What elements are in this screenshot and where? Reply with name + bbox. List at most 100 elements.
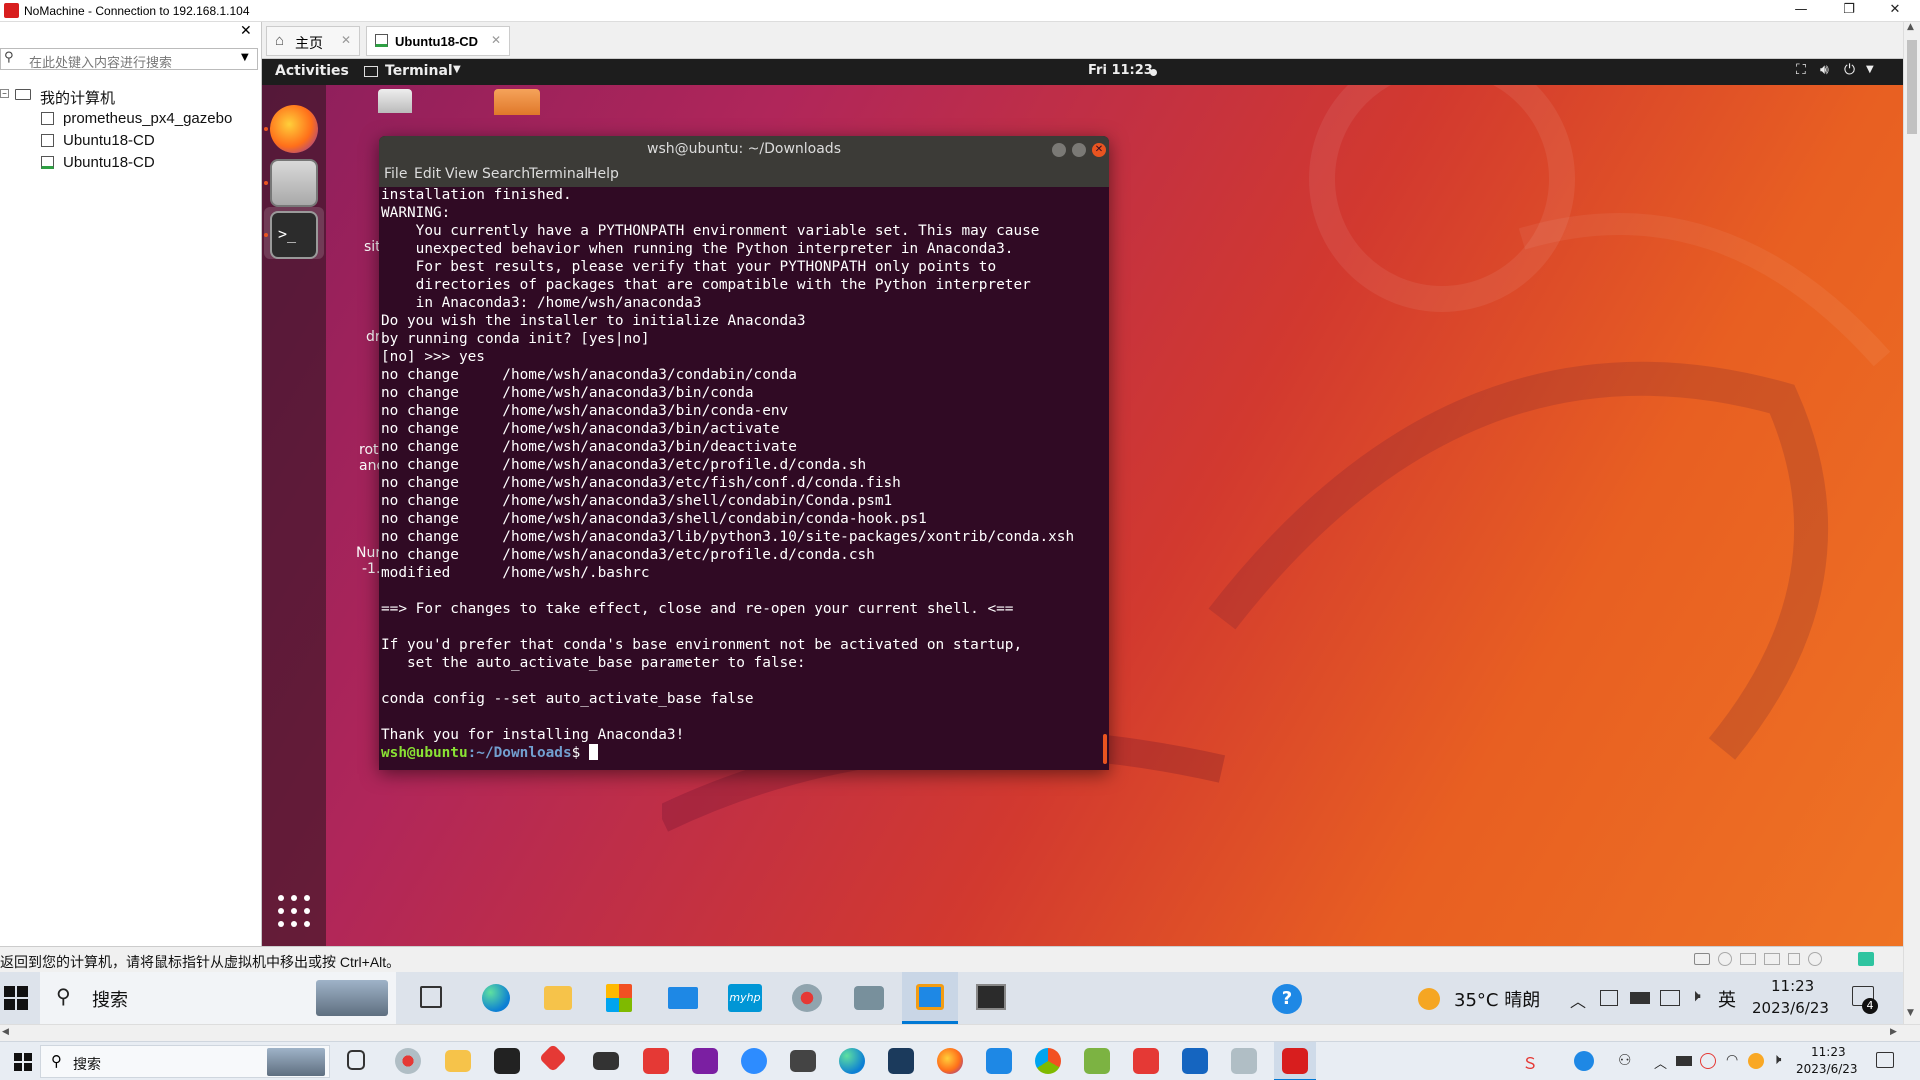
vertical-scrollbar[interactable]: ▲ ▼ xyxy=(1903,22,1920,1024)
horizontal-scrollbar[interactable]: ◀ ▶ xyxy=(0,1024,1920,1041)
mail-icon[interactable] xyxy=(593,1052,619,1070)
firefox-icon[interactable] xyxy=(937,1048,963,1074)
ime-indicator[interactable]: 英 xyxy=(1718,986,1736,1012)
terminal-titlebar[interactable]: wsh@ubuntu: ~/Downloads xyxy=(379,136,1109,163)
task-view-icon[interactable] xyxy=(420,986,442,1008)
menu-view[interactable]: View xyxy=(445,166,478,182)
app-menu-arrow-icon[interactable]: ▼ xyxy=(453,64,461,75)
files-icon[interactable] xyxy=(270,159,318,207)
scroll-left-icon[interactable]: ◀ xyxy=(2,1027,9,1037)
network-adapter-icon[interactable] xyxy=(1740,953,1756,965)
scroll-right-icon[interactable]: ▶ xyxy=(1890,1027,1897,1037)
app-icon[interactable] xyxy=(538,1043,568,1073)
scroll-up-icon[interactable]: ▲ xyxy=(1907,22,1914,32)
camera-icon[interactable] xyxy=(854,986,884,1010)
power-icon[interactable]: ⏻ xyxy=(1844,62,1855,78)
menu-edit[interactable]: Edit xyxy=(414,166,441,182)
terminal-scrollbar[interactable] xyxy=(1103,734,1107,764)
tray-icon[interactable] xyxy=(1700,1053,1716,1069)
myhp-icon[interactable]: myhp xyxy=(728,984,762,1012)
mute-icon[interactable]: 🕨︎ xyxy=(1690,986,1701,1006)
cdrom-icon[interactable] xyxy=(1718,952,1732,966)
trash-icon[interactable] xyxy=(378,89,412,113)
usb-icon[interactable] xyxy=(1808,952,1822,966)
tab-home[interactable]: ⌂ 主页 ✕ xyxy=(266,26,360,56)
volume-icon[interactable]: 🔊︎ xyxy=(1820,62,1829,78)
tray-chevron-icon[interactable]: ︿ xyxy=(1570,988,1586,1012)
scroll-thumb[interactable] xyxy=(1907,40,1917,134)
people-icon[interactable]: ⚇ xyxy=(1618,1051,1631,1069)
app-icon[interactable] xyxy=(1231,1048,1257,1074)
minimize-button[interactable]: — xyxy=(1780,0,1822,22)
terminal-output[interactable]: installation finished. WARNING: You curre… xyxy=(381,186,1107,766)
search-box[interactable]: ⚲ 在此处键入内容进行搜索 ▼ xyxy=(0,48,258,70)
app-menu[interactable]: Terminal xyxy=(385,63,453,79)
folder-icon[interactable] xyxy=(494,89,540,115)
task-view-icon[interactable] xyxy=(347,1050,365,1070)
dropdown-icon[interactable]: ▼ xyxy=(241,52,249,63)
taskbar-search-box[interactable]: ⚲ 搜索 xyxy=(40,1045,330,1078)
mail-icon[interactable] xyxy=(668,987,698,1009)
youdao-icon[interactable] xyxy=(643,1048,669,1074)
powershell-icon[interactable] xyxy=(888,1048,914,1074)
file-explorer-icon[interactable] xyxy=(544,986,572,1010)
drive-icon[interactable] xyxy=(1694,953,1710,965)
onenote-icon[interactable] xyxy=(692,1048,718,1074)
terminal-icon[interactable]: >_ xyxy=(270,211,318,259)
edge-icon[interactable] xyxy=(839,1048,865,1074)
start-button[interactable] xyxy=(4,986,28,1010)
edge-icon[interactable] xyxy=(482,984,510,1012)
terminal-task-icon[interactable] xyxy=(976,984,1006,1010)
taskbar-date[interactable]: 2023/6/23 xyxy=(1796,1062,1858,1076)
store-icon[interactable] xyxy=(494,1048,520,1074)
scroll-down-icon[interactable]: ▼ xyxy=(1907,1008,1914,1018)
close-button[interactable]: ✕ xyxy=(1874,0,1916,22)
firefox-icon[interactable] xyxy=(270,105,318,153)
activities-button[interactable]: Activities xyxy=(275,63,349,79)
clock[interactable]: Fri 11:23 xyxy=(1088,63,1153,78)
menu-terminal[interactable]: Terminal xyxy=(529,166,588,182)
nomachine-task-active[interactable] xyxy=(1274,1042,1316,1080)
taskbar-search-box[interactable]: ⚲ 搜索 xyxy=(40,972,396,1024)
printer-icon[interactable] xyxy=(1764,953,1780,965)
editor-icon[interactable] xyxy=(1084,1048,1110,1074)
tray-chevron-icon[interactable]: ︿ xyxy=(1654,1053,1667,1072)
network-icon[interactable]: ⛶ xyxy=(1796,62,1806,78)
close-tab-icon[interactable]: ✕ xyxy=(491,33,501,47)
collapse-icon[interactable]: − xyxy=(0,89,9,98)
snipping-icon[interactable] xyxy=(395,1048,421,1074)
display-icon[interactable] xyxy=(1660,990,1680,1006)
app-icon[interactable] xyxy=(986,1048,1012,1074)
help-icon[interactable] xyxy=(1574,1051,1594,1071)
vm-display[interactable]: Activities Terminal ▼ Fri 11:23 ⛶ 🔊︎ ⏻ ▼… xyxy=(262,59,1920,946)
terminal-window[interactable]: wsh@ubuntu: ~/Downloads ✕ File Edit View… xyxy=(379,136,1109,770)
terminal-prompt[interactable]: wsh@ubuntu:~/Downloads$ xyxy=(381,744,1107,762)
volume-icon[interactable]: 🕨︎ xyxy=(1772,1050,1781,1068)
file-explorer-icon[interactable] xyxy=(445,1050,471,1072)
terminal-close-button[interactable]: ✕ xyxy=(1092,143,1106,157)
app-icon[interactable] xyxy=(1182,1048,1208,1074)
help-icon[interactable]: ? xyxy=(1272,984,1302,1014)
tab-ubuntu[interactable]: Ubuntu18-CD ✕ xyxy=(366,26,510,56)
taskbar-date[interactable]: 2023/6/23 xyxy=(1752,999,1829,1017)
tray-icon[interactable] xyxy=(1600,990,1618,1006)
start-button[interactable] xyxy=(14,1053,32,1071)
terminal-minimize-button[interactable] xyxy=(1052,143,1066,157)
terminal-maximize-button[interactable] xyxy=(1072,143,1086,157)
battery-icon[interactable] xyxy=(1676,1056,1692,1066)
snipping-icon[interactable] xyxy=(792,984,822,1012)
taskbar-time[interactable]: 11:23 xyxy=(1771,977,1814,995)
show-applications-icon[interactable] xyxy=(276,893,312,929)
store-icon[interactable] xyxy=(606,984,632,1012)
close-tab-icon[interactable]: ✕ xyxy=(341,33,351,47)
notification-center-icon[interactable] xyxy=(1876,1052,1894,1068)
system-menu-arrow-icon[interactable]: ▼ xyxy=(1866,64,1874,75)
wps-icon[interactable] xyxy=(1133,1048,1159,1074)
panel-close-icon[interactable]: ✕ xyxy=(240,23,252,39)
audio-icon[interactable] xyxy=(1788,953,1800,965)
message-icon[interactable] xyxy=(1858,952,1874,966)
weather-text[interactable]: 35°C 晴朗 xyxy=(1454,986,1540,1012)
wifi-icon[interactable]: ◠ xyxy=(1726,1052,1738,1068)
menu-search[interactable]: Search xyxy=(482,166,530,182)
battery-icon[interactable] xyxy=(1630,992,1650,1004)
